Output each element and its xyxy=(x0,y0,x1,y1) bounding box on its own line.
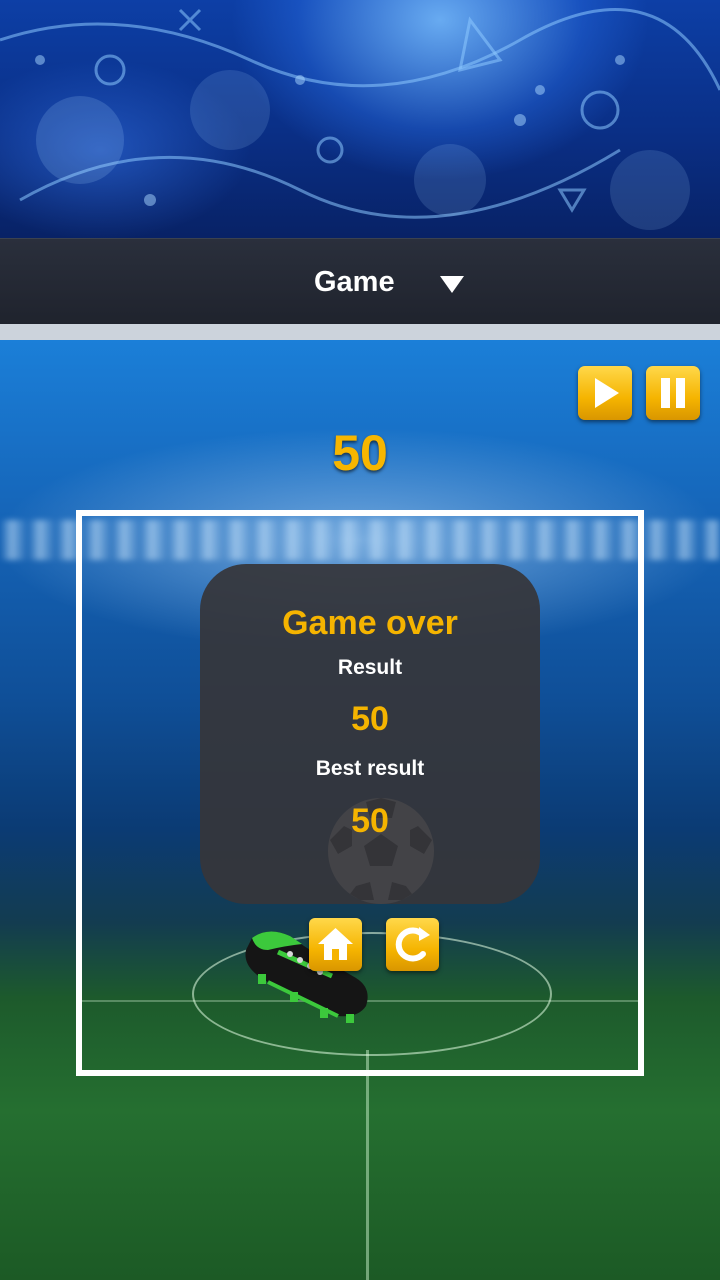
page-title[interactable]: Game xyxy=(314,266,395,299)
caret-down-icon[interactable] xyxy=(440,276,464,293)
home-icon xyxy=(318,928,353,960)
result-label: Result xyxy=(337,656,403,679)
home-button[interactable] xyxy=(309,918,362,971)
best-result-value: 50 xyxy=(351,802,389,840)
banner-pattern xyxy=(0,8,720,230)
best-result-label: Best result xyxy=(315,757,425,780)
result-value: 50 xyxy=(351,700,389,738)
game-over-panel: Game over Result 50 Best result 50 xyxy=(200,564,540,904)
header-banner xyxy=(0,0,720,238)
play-icon xyxy=(595,378,619,408)
restart-button[interactable] xyxy=(386,918,439,971)
restart-icon xyxy=(395,927,430,962)
game-over-title: Game over xyxy=(282,604,458,642)
divider xyxy=(0,324,720,340)
play-button[interactable] xyxy=(578,366,632,420)
current-score: 50 xyxy=(332,425,388,481)
pause-icon xyxy=(661,378,685,408)
pause-button[interactable] xyxy=(646,366,700,420)
pitch-center-line xyxy=(366,1050,369,1280)
